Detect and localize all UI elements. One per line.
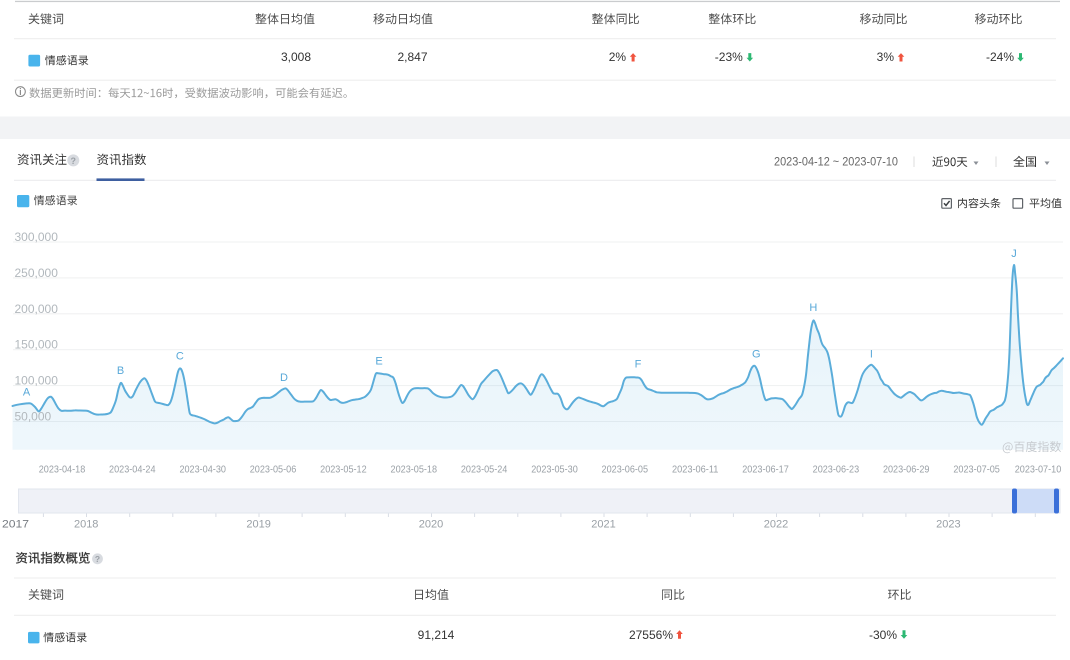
svg-text:100,000: 100,000 [15,374,59,388]
svg-text:300,000: 300,000 [15,230,59,244]
svg-text:2023-05-18: 2023-05-18 [391,463,438,475]
svg-text:27556%: 27556% [629,628,673,642]
svg-text:2023: 2023 [936,519,960,531]
svg-text:G: G [752,348,761,360]
svg-text:2019: 2019 [246,519,270,531]
svg-text:2023-04-18: 2023-04-18 [39,463,86,475]
svg-text:-24%: -24% [986,50,1014,64]
svg-text:2023-06-23: 2023-06-23 [813,463,860,475]
svg-text:2023-06-05: 2023-06-05 [602,463,649,475]
svg-text:I: I [870,348,873,360]
svg-text:C: C [176,351,184,363]
svg-text:2023-05-12: 2023-05-12 [320,463,367,475]
svg-text:2023-06-29: 2023-06-29 [883,463,930,475]
svg-text:2023-07-05: 2023-07-05 [953,463,1000,475]
svg-text:250,000: 250,000 [15,266,59,280]
svg-text:2023-04-24: 2023-04-24 [109,463,156,475]
svg-text:D: D [280,372,288,384]
svg-text:91,214: 91,214 [418,628,455,642]
svg-text:B: B [117,365,124,377]
svg-text:3%: 3% [877,50,895,64]
svg-text:2%: 2% [609,50,627,64]
svg-text:2023-05-24: 2023-05-24 [461,463,508,475]
svg-text:2022: 2022 [764,519,788,531]
svg-text:?: ? [71,156,77,166]
svg-text:J: J [1011,248,1017,260]
svg-text:2023-06-17: 2023-06-17 [742,463,789,475]
svg-text:50,000: 50,000 [15,410,52,424]
svg-text:2023-06-11: 2023-06-11 [672,463,719,475]
svg-text:E: E [375,356,382,368]
svg-text:H: H [809,302,817,314]
svg-text:-30%: -30% [869,628,897,642]
svg-text:A: A [23,387,31,399]
svg-text:2017: 2017 [2,519,29,531]
svg-text:2023-05-06: 2023-05-06 [250,463,297,475]
svg-text:2020: 2020 [419,519,443,531]
svg-text:2023-04-12 ~ 2023-07-10: 2023-04-12 ~ 2023-07-10 [774,156,898,168]
svg-text:2018: 2018 [74,519,98,531]
svg-text:F: F [635,358,642,370]
svg-text:2023-05-30: 2023-05-30 [531,463,578,475]
svg-text:150,000: 150,000 [15,338,59,352]
svg-text:2023-04-30: 2023-04-30 [179,463,226,475]
svg-text:2,847: 2,847 [397,50,427,64]
svg-text:-23%: -23% [715,50,743,64]
svg-text:200,000: 200,000 [15,302,59,316]
svg-text:2023-07-10: 2023-07-10 [1015,463,1062,475]
svg-text:2021: 2021 [591,519,615,531]
svg-text:?: ? [95,554,100,564]
svg-text:3,008: 3,008 [281,50,311,64]
